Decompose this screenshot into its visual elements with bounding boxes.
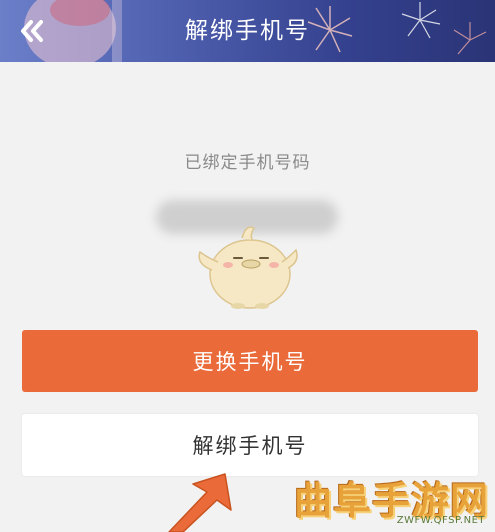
header-bar: 解绑手机号	[0, 0, 495, 62]
change-phone-button[interactable]: 更换手机号	[22, 330, 478, 392]
unbind-phone-button[interactable]: 解绑手机号	[22, 414, 478, 476]
chick-mascot-icon	[198, 226, 298, 309]
page-title: 解绑手机号	[185, 18, 310, 44]
watermark-logo: 曲阜手游网	[293, 478, 489, 523]
bound-phone-label: 已绑定手机号码	[184, 153, 311, 173]
watermark-url: ZWFW.QFSP.NET	[396, 515, 485, 526]
pointer-arrow-icon	[168, 473, 232, 532]
